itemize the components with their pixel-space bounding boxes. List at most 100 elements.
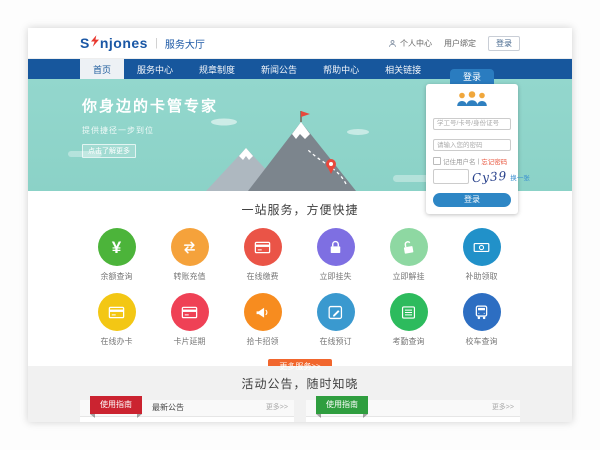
bus-icon-circle xyxy=(463,293,501,331)
panel-content-right xyxy=(306,417,520,422)
hero-subline: 提供捷径一步到位 xyxy=(82,125,218,136)
personal-center-label: 个人中心 xyxy=(400,38,432,49)
login-submit-button[interactable]: 登录 xyxy=(433,193,511,207)
yen-icon: ¥ xyxy=(112,239,121,256)
services-grid: ¥ 余额查询 转账充值 在线缴费 立即挂失 xyxy=(80,228,520,358)
service-label: 在线办卡 xyxy=(101,336,133,347)
person-icon xyxy=(388,39,397,48)
username-input[interactable] xyxy=(433,118,511,130)
user-bind-label: 用户绑定 xyxy=(444,38,476,49)
list-icon-circle xyxy=(390,293,428,331)
lock-icon-circle xyxy=(317,228,355,266)
transfer-icon-circle xyxy=(171,228,209,266)
remember-label: 记住用户名 xyxy=(443,156,476,166)
tab-latest-news[interactable]: 最新公告 xyxy=(152,400,184,416)
nav-item-home[interactable]: 首页 xyxy=(80,59,124,79)
nav-item-service-center[interactable]: 服务中心 xyxy=(124,59,186,79)
brand-logo[interactable]: S njones | 服务大厅 xyxy=(80,34,205,52)
lock-icon xyxy=(326,238,345,257)
hero-text-block: 你身边的卡管专家 提供捷径一步到位 点击了解更多 xyxy=(82,95,218,158)
remember-checkbox[interactable] xyxy=(433,157,441,165)
more-link-right[interactable]: 更多>> xyxy=(492,400,514,416)
service-label: 在线缴费 xyxy=(247,271,279,282)
login-panel: 登录 记住用户名 | xyxy=(426,69,518,214)
service-item-found-card[interactable]: 拾卡招领 xyxy=(226,293,299,347)
hero-cta-button[interactable]: 点击了解更多 xyxy=(82,144,136,158)
card-extend-icon-circle xyxy=(171,293,209,331)
personal-center-link[interactable]: 个人中心 xyxy=(388,38,432,49)
edit-icon xyxy=(326,303,345,322)
separator: | xyxy=(478,158,480,165)
megaphone-icon-circle xyxy=(244,293,282,331)
users-group-icon xyxy=(433,90,511,107)
apply-card-icon-circle xyxy=(98,293,136,331)
credit-card-icon xyxy=(180,303,199,322)
user-bind-link[interactable]: 用户绑定 xyxy=(444,38,476,49)
unlock-icon xyxy=(399,238,418,257)
service-item-pay[interactable]: 在线缴费 xyxy=(226,228,299,282)
credit-card-icon xyxy=(107,303,126,322)
list-icon xyxy=(399,303,418,322)
service-item-subsidy[interactable]: 补助领取 xyxy=(445,228,518,282)
nav-item-rules[interactable]: 规章制度 xyxy=(186,59,248,79)
mountain-illustration xyxy=(198,106,378,191)
service-item-school-bus[interactable]: 校车查询 xyxy=(445,293,518,347)
banknote-icon xyxy=(472,238,491,257)
service-item-attendance[interactable]: 考勤查询 xyxy=(372,293,445,347)
brand-product: 服务大厅 xyxy=(165,36,205,51)
service-label: 卡片延期 xyxy=(174,336,206,347)
hero-banner: 你身边的卡管专家 提供捷径一步到位 点击了解更多 登录 xyxy=(28,79,572,191)
bus-icon xyxy=(472,303,491,322)
service-label: 校车查询 xyxy=(466,336,498,347)
nav-item-news[interactable]: 新闻公告 xyxy=(248,59,310,79)
captcha-input[interactable] xyxy=(433,169,469,184)
service-item-booking[interactable]: 在线预订 xyxy=(299,293,372,347)
service-label: 补助领取 xyxy=(466,271,498,282)
balance-icon-circle: ¥ xyxy=(98,228,136,266)
captcha-image[interactable]: Cy39 xyxy=(472,169,508,183)
service-item-unfreeze[interactable]: 立即解挂 xyxy=(372,228,445,282)
login-tab[interactable]: 登录 xyxy=(450,69,494,84)
captcha-refresh-link[interactable]: 换一张 xyxy=(510,172,530,182)
tab-usage-guide[interactable]: 使用指南 xyxy=(90,396,142,414)
page: S njones | 服务大厅 个人中心 用户绑定 登录 xyxy=(28,28,572,422)
top-header: S njones | 服务大厅 个人中心 用户绑定 登录 xyxy=(28,28,572,59)
megaphone-icon xyxy=(253,303,272,322)
unlock-icon-circle xyxy=(390,228,428,266)
password-input[interactable] xyxy=(433,139,511,151)
service-item-card-extend[interactable]: 卡片延期 xyxy=(153,293,226,347)
service-label: 立即挂失 xyxy=(320,271,352,282)
services-section: 一站服务，方便快捷 ¥ 余额查询 转账充值 在线缴费 xyxy=(28,191,572,366)
banknote-icon-circle xyxy=(463,228,501,266)
forgot-password-link[interactable]: 忘记密码 xyxy=(481,156,507,166)
transfer-arrows-icon xyxy=(180,238,199,257)
service-item-transfer[interactable]: 转账充值 xyxy=(153,228,226,282)
service-label: 考勤查询 xyxy=(393,336,425,347)
edit-icon-circle xyxy=(317,293,355,331)
hero-headline: 你身边的卡管专家 xyxy=(82,95,218,116)
service-label: 拾卡招领 xyxy=(247,336,279,347)
service-item-apply-card[interactable]: 在线办卡 xyxy=(80,293,153,347)
service-label: 在线预订 xyxy=(320,336,352,347)
pay-icon-circle xyxy=(244,228,282,266)
top-user-menu: 个人中心 用户绑定 登录 xyxy=(388,36,520,51)
nav-item-links[interactable]: 相关链接 xyxy=(372,59,434,79)
announcements-section: 活动公告，随时知晓 使用指南 最新公告 更多>> 使用指南 更多>> xyxy=(28,366,572,422)
service-item-report-loss[interactable]: 立即挂失 xyxy=(299,228,372,282)
more-link-left[interactable]: 更多>> xyxy=(266,400,288,416)
credit-card-icon xyxy=(253,238,272,257)
service-label: 转账充值 xyxy=(174,271,206,282)
service-label: 余额查询 xyxy=(101,271,133,282)
announcements-title: 活动公告，随时知晓 xyxy=(28,375,572,392)
service-item-balance[interactable]: ¥ 余额查询 xyxy=(80,228,153,282)
announce-panel-left: 使用指南 最新公告 更多>> xyxy=(80,400,294,422)
brand-divider: | xyxy=(155,37,158,49)
lightning-icon xyxy=(91,34,99,52)
header-login-button[interactable]: 登录 xyxy=(488,36,520,51)
service-label: 立即解挂 xyxy=(393,271,425,282)
nav-item-help-center[interactable]: 帮助中心 xyxy=(310,59,372,79)
announce-panel-right: 使用指南 更多>> xyxy=(306,400,520,422)
brand-prefix: S xyxy=(80,35,90,51)
panel-content-left xyxy=(80,417,294,422)
tab-usage-guide-right[interactable]: 使用指南 xyxy=(316,396,368,414)
